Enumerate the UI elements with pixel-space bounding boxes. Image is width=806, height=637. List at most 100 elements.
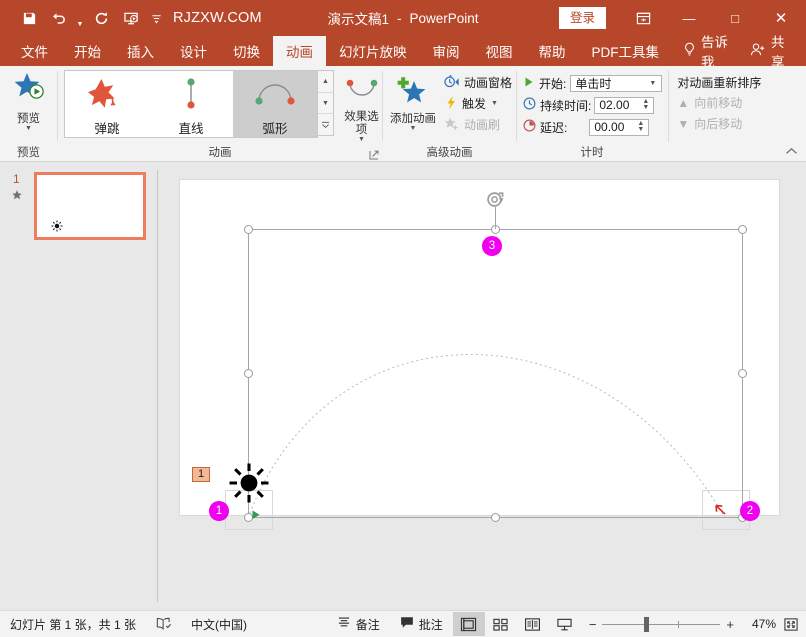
delay-clock-icon: [523, 119, 536, 135]
ribbon: 预览 ▼ 预览: [0, 66, 806, 162]
selection-handle-top-right[interactable]: [738, 225, 747, 234]
notes-button[interactable]: 备注: [327, 611, 390, 637]
animation-pane-button[interactable]: 动画窗格: [440, 73, 516, 92]
selection-handle-middle-right[interactable]: [738, 369, 747, 378]
selection-handle-bottom-center[interactable]: [491, 513, 500, 522]
sun-shape[interactable]: [228, 462, 270, 509]
slideshow-button[interactable]: [549, 612, 581, 636]
tab-bar-right: 告诉我 共享: [672, 36, 806, 66]
title-dash: -: [397, 11, 402, 26]
gallery-scroll-down-button[interactable]: ▼: [318, 93, 333, 115]
gallery-item-arc[interactable]: 弧形: [233, 71, 317, 137]
start-caret-icon[interactable]: ▼: [646, 80, 659, 87]
collapse-ribbon-button[interactable]: [785, 147, 798, 159]
tab-home[interactable]: 开始: [61, 36, 114, 66]
slide-editing-pane: 1 1 2 3: [158, 162, 806, 610]
animation-dialog-launcher[interactable]: [369, 150, 379, 160]
accessibility-check-icon[interactable]: [146, 611, 181, 637]
trigger-button[interactable]: 触发 ▼: [440, 94, 516, 113]
add-animation-button[interactable]: 添加动画 ▼: [386, 70, 440, 133]
tab-help[interactable]: 帮助: [526, 36, 579, 66]
duration-input[interactable]: 02.00 ▲▼: [594, 97, 654, 114]
trigger-caret-icon[interactable]: ▼: [491, 100, 498, 107]
fit-to-window-icon[interactable]: [776, 611, 806, 637]
preview-dropdown-caret-icon[interactable]: ▼: [25, 125, 32, 133]
gallery-scroll-up-button[interactable]: ▲: [318, 71, 333, 93]
save-icon[interactable]: [14, 5, 44, 31]
tab-design[interactable]: 设计: [167, 36, 220, 66]
rotate-handle-icon[interactable]: [486, 191, 504, 209]
move-earlier-label: 向前移动: [694, 94, 742, 111]
tab-view[interactable]: 视图: [473, 36, 526, 66]
arc-path-icon: [251, 77, 299, 115]
start-row: 开始: 单击时 ▼: [523, 73, 662, 93]
tab-animations[interactable]: 动画: [273, 36, 326, 66]
redo-icon[interactable]: [86, 5, 116, 31]
effect-options-button[interactable]: 效果选项 ▼: [341, 70, 382, 144]
undo-dropdown-caret-icon[interactable]: ▼: [74, 2, 86, 35]
animation-gallery-wrap: 弹跳 直线: [58, 70, 334, 138]
duration-spinner[interactable]: ▲▼: [640, 99, 651, 111]
ribbon-group-advanced-animation: 添加动画 ▼ 动画窗格 触发 ▼: [383, 66, 516, 161]
animation-order-tag[interactable]: 1: [192, 467, 210, 482]
animation-painter-label: 动画刷: [464, 116, 500, 133]
window-controls: 登录 — □ ✕: [559, 0, 806, 36]
effect-options-caret-icon[interactable]: ▼: [358, 136, 365, 144]
slide-canvas[interactable]: 1 1 2 3: [179, 179, 780, 516]
customize-qat-icon[interactable]: [146, 5, 166, 31]
zoom-track[interactable]: [602, 624, 720, 625]
language-indicator[interactable]: 中文(中国): [181, 611, 257, 637]
tab-insert[interactable]: 插入: [114, 36, 167, 66]
motion-path-selection-frame: [248, 229, 743, 518]
delay-spinner[interactable]: ▲▼: [635, 121, 646, 133]
tab-file[interactable]: 文件: [8, 36, 61, 66]
zoom-thumb[interactable]: [644, 617, 649, 632]
start-play-icon: [523, 76, 535, 91]
add-animation-caret-icon[interactable]: ▼: [410, 125, 417, 133]
tab-review[interactable]: 审阅: [420, 36, 473, 66]
ribbon-display-options-icon[interactable]: [620, 0, 666, 36]
path-badge-1[interactable]: 1: [209, 501, 229, 521]
delay-input[interactable]: 00.00 ▲▼: [589, 119, 649, 136]
comments-button[interactable]: 批注: [390, 611, 453, 637]
tell-me-button[interactable]: 告诉我: [672, 36, 739, 66]
undo-icon[interactable]: [44, 5, 74, 31]
duration-clock-icon: [523, 97, 536, 113]
path-badge-2[interactable]: 2: [740, 501, 760, 521]
zoom-in-button[interactable]: +: [726, 617, 734, 632]
zoom-level-label[interactable]: 47%: [742, 617, 776, 631]
reading-view-button[interactable]: [517, 612, 549, 636]
group-title-advanced: 高级动画: [383, 145, 516, 161]
move-earlier-arrow-icon: ▲: [677, 96, 689, 110]
rotate-handle-stem: [495, 207, 496, 229]
tell-me-label: 告诉我: [701, 31, 728, 71]
gallery-item-bounce[interactable]: 弹跳: [65, 71, 149, 137]
start-select[interactable]: 单击时 ▼: [570, 75, 662, 92]
slide-thumbnail-1[interactable]: [34, 172, 146, 240]
animation-star-icon[interactable]: [11, 189, 23, 204]
tab-transitions[interactable]: 切换: [220, 36, 273, 66]
gallery-more-button[interactable]: [318, 114, 333, 135]
duration-value: 02.00: [599, 98, 640, 112]
slide-sorter-button[interactable]: [485, 612, 517, 636]
selection-handle-top-left[interactable]: [244, 225, 253, 234]
tab-pdf-tools[interactable]: PDF工具集: [579, 36, 673, 66]
share-button[interactable]: 共享: [739, 36, 798, 66]
add-animation-icon: [393, 74, 433, 111]
selection-handle-middle-left[interactable]: [244, 369, 253, 378]
start-slideshow-icon[interactable]: [116, 5, 146, 31]
zoom-slider[interactable]: − +: [581, 617, 742, 632]
line-path-icon: [171, 77, 211, 115]
delay-row: 延迟: 00.00 ▲▼: [523, 117, 662, 137]
quick-access-toolbar: ▼ RJZXW.COM: [0, 2, 262, 35]
normal-view-button[interactable]: [453, 612, 485, 636]
tab-slideshow[interactable]: 幻灯片放映: [326, 36, 420, 66]
sign-in-button[interactable]: 登录: [559, 7, 606, 29]
trigger-lightning-icon: [444, 95, 458, 113]
preview-button[interactable]: 预览 ▼: [2, 70, 56, 133]
ribbon-tab-bar: 文件 开始 插入 设计 切换 动画 幻灯片放映 审阅 视图 帮助 PDF工具集 …: [0, 36, 806, 66]
brand-label: RJZXW.COM: [173, 10, 262, 26]
path-badge-3[interactable]: 3: [482, 236, 502, 256]
gallery-item-line[interactable]: 直线: [149, 71, 233, 137]
zoom-out-button[interactable]: −: [589, 617, 597, 632]
